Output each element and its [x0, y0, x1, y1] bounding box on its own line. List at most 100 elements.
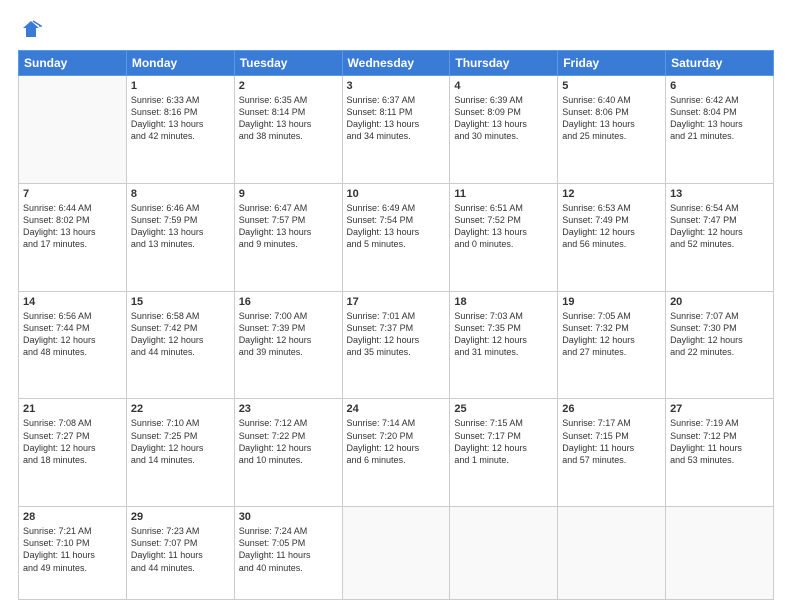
cell-info: Sunrise: 6:58 AM Sunset: 7:42 PM Dayligh… — [131, 310, 230, 359]
day-number: 5 — [562, 80, 661, 92]
day-number: 22 — [131, 403, 230, 415]
calendar-cell: 15Sunrise: 6:58 AM Sunset: 7:42 PM Dayli… — [126, 291, 234, 399]
cell-info: Sunrise: 6:46 AM Sunset: 7:59 PM Dayligh… — [131, 202, 230, 251]
calendar-cell: 10 Sunrise: 6:49 AM Sunset: 7:54 PM Dayli… — [342, 183, 450, 291]
cell-info: Sunrise: 6:47 AM Sunset: 7:57 PM Dayligh… — [239, 202, 338, 251]
calendar-cell: 30Sunrise: 7:24 AM Sunset: 7:05 PM Dayli… — [234, 507, 342, 600]
cell-info: Sunrise: 7:01 AM Sunset: 7:37 PM Dayligh… — [347, 310, 446, 359]
day-number: 7 — [23, 188, 122, 200]
page: SundayMondayTuesdayWednesdayThursdayFrid… — [0, 0, 792, 612]
calendar-week-row: 14 Sunrise: 6:56 AM Sunset: 7:44 PM Dayli… — [19, 291, 774, 399]
calendar-cell: 5 Sunrise: 6:40 AM Sunset: 8:06 PM Daylig… — [558, 76, 666, 184]
day-number: 14 — [23, 296, 122, 308]
day-number: 4 — [454, 80, 553, 92]
day-number: 3 — [347, 80, 446, 92]
day-header-saturday: Saturday — [666, 51, 774, 76]
day-number: 23 — [239, 403, 338, 415]
calendar-cell: 24 Sunrise: 7:14 AM Sunset: 7:20 PM Dayli… — [342, 399, 450, 507]
calendar-cell: 6 Sunrise: 6:42 AM Sunset: 8:04 PM Daylig… — [666, 76, 774, 184]
cell-info: Sunrise: 7:17 AM Sunset: 7:15 PM Dayligh… — [562, 417, 661, 466]
calendar-cell: 29 Sunrise: 7:23 AM Sunset: 7:07 PM Dayli… — [126, 507, 234, 600]
cell-info: Sunrise: 7:23 AM Sunset: 7:07 PM Dayligh… — [131, 525, 230, 574]
day-number: 9 — [239, 188, 338, 200]
cell-info: Sunrise: 7:21 AM Sunset: 7:10 PM Dayligh… — [23, 525, 122, 574]
calendar-cell: 21 Sunrise: 7:08 AM Sunset: 7:27 PM Dayli… — [19, 399, 127, 507]
cell-info: Sunrise: 6:51 AM Sunset: 7:52 PM Dayligh… — [454, 202, 553, 251]
cell-info: Sunrise: 7:08 AM Sunset: 7:27 PM Dayligh… — [23, 417, 122, 466]
calendar-cell: 3 Sunrise: 6:37 AM Sunset: 8:11 PM Daylig… — [342, 76, 450, 184]
day-number: 18 — [454, 296, 553, 308]
calendar-week-row: 21 Sunrise: 7:08 AM Sunset: 7:27 PM Dayli… — [19, 399, 774, 507]
cell-info: Sunrise: 6:49 AM Sunset: 7:54 PM Dayligh… — [347, 202, 446, 251]
calendar-cell — [342, 507, 450, 600]
calendar-cell: 27Sunrise: 7:19 AM Sunset: 7:12 PM Dayli… — [666, 399, 774, 507]
day-number: 24 — [347, 403, 446, 415]
calendar-cell: 26 Sunrise: 7:17 AM Sunset: 7:15 PM Dayli… — [558, 399, 666, 507]
calendar-cell: 23 Sunrise: 7:12 AM Sunset: 7:22 PM Dayli… — [234, 399, 342, 507]
calendar-header-row: SundayMondayTuesdayWednesdayThursdayFrid… — [19, 51, 774, 76]
cell-info: Sunrise: 6:40 AM Sunset: 8:06 PM Dayligh… — [562, 94, 661, 143]
cell-info: Sunrise: 6:35 AM Sunset: 8:14 PM Dayligh… — [239, 94, 338, 143]
day-number: 26 — [562, 403, 661, 415]
cell-info: Sunrise: 6:56 AM Sunset: 7:44 PM Dayligh… — [23, 310, 122, 359]
cell-info: Sunrise: 6:53 AM Sunset: 7:49 PM Dayligh… — [562, 202, 661, 251]
day-number: 25 — [454, 403, 553, 415]
day-header-thursday: Thursday — [450, 51, 558, 76]
calendar-cell: 19 Sunrise: 7:05 AM Sunset: 7:32 PM Dayli… — [558, 291, 666, 399]
logo-icon — [20, 18, 42, 40]
day-header-friday: Friday — [558, 51, 666, 76]
day-number: 10 — [347, 188, 446, 200]
logo — [18, 18, 42, 40]
cell-info: Sunrise: 7:05 AM Sunset: 7:32 PM Dayligh… — [562, 310, 661, 359]
day-header-wednesday: Wednesday — [342, 51, 450, 76]
calendar-cell: 2 Sunrise: 6:35 AM Sunset: 8:14 PM Daylig… — [234, 76, 342, 184]
calendar-cell: 20 Sunrise: 7:07 AM Sunset: 7:30 PM Dayli… — [666, 291, 774, 399]
cell-info: Sunrise: 6:44 AM Sunset: 8:02 PM Dayligh… — [23, 202, 122, 251]
day-number: 17 — [347, 296, 446, 308]
calendar-cell: 4 Sunrise: 6:39 AM Sunset: 8:09 PM Daylig… — [450, 76, 558, 184]
day-number: 27 — [670, 403, 769, 415]
cell-info: Sunrise: 7:12 AM Sunset: 7:22 PM Dayligh… — [239, 417, 338, 466]
day-header-tuesday: Tuesday — [234, 51, 342, 76]
calendar-cell: 17 Sunrise: 7:01 AM Sunset: 7:37 PM Dayli… — [342, 291, 450, 399]
cell-info: Sunrise: 6:54 AM Sunset: 7:47 PM Dayligh… — [670, 202, 769, 251]
day-number: 20 — [670, 296, 769, 308]
calendar-cell — [666, 507, 774, 600]
day-number: 21 — [23, 403, 122, 415]
calendar-cell: 25Sunrise: 7:15 AM Sunset: 7:17 PM Dayli… — [450, 399, 558, 507]
day-number: 19 — [562, 296, 661, 308]
calendar-week-row: 28 Sunrise: 7:21 AM Sunset: 7:10 PM Dayli… — [19, 507, 774, 600]
calendar-week-row: 1 Sunrise: 6:33 AM Sunset: 8:16 PM Daylig… — [19, 76, 774, 184]
cell-info: Sunrise: 7:07 AM Sunset: 7:30 PM Dayligh… — [670, 310, 769, 359]
day-number: 8 — [131, 188, 230, 200]
day-number: 6 — [670, 80, 769, 92]
day-number: 30 — [239, 511, 338, 523]
header — [18, 18, 774, 40]
calendar-cell: 18Sunrise: 7:03 AM Sunset: 7:35 PM Dayli… — [450, 291, 558, 399]
calendar-cell: 8 Sunrise: 6:46 AM Sunset: 7:59 PM Daylig… — [126, 183, 234, 291]
cell-info: Sunrise: 6:37 AM Sunset: 8:11 PM Dayligh… — [347, 94, 446, 143]
cell-info: Sunrise: 7:14 AM Sunset: 7:20 PM Dayligh… — [347, 417, 446, 466]
calendar-cell: 16Sunrise: 7:00 AM Sunset: 7:39 PM Dayli… — [234, 291, 342, 399]
day-number: 1 — [131, 80, 230, 92]
calendar-cell: 1 Sunrise: 6:33 AM Sunset: 8:16 PM Daylig… — [126, 76, 234, 184]
cell-info: Sunrise: 6:42 AM Sunset: 8:04 PM Dayligh… — [670, 94, 769, 143]
day-number: 2 — [239, 80, 338, 92]
calendar-cell — [558, 507, 666, 600]
calendar-cell: 9 Sunrise: 6:47 AM Sunset: 7:57 PM Daylig… — [234, 183, 342, 291]
calendar-cell — [450, 507, 558, 600]
day-header-monday: Monday — [126, 51, 234, 76]
calendar-cell: 28 Sunrise: 7:21 AM Sunset: 7:10 PM Dayli… — [19, 507, 127, 600]
day-number: 28 — [23, 511, 122, 523]
cell-info: Sunrise: 7:10 AM Sunset: 7:25 PM Dayligh… — [131, 417, 230, 466]
calendar-cell — [19, 76, 127, 184]
calendar-cell: 14 Sunrise: 6:56 AM Sunset: 7:44 PM Dayli… — [19, 291, 127, 399]
cell-info: Sunrise: 6:39 AM Sunset: 8:09 PM Dayligh… — [454, 94, 553, 143]
calendar-cell: 7 Sunrise: 6:44 AM Sunset: 8:02 PM Daylig… — [19, 183, 127, 291]
cell-info: Sunrise: 6:33 AM Sunset: 8:16 PM Dayligh… — [131, 94, 230, 143]
calendar-table: SundayMondayTuesdayWednesdayThursdayFrid… — [18, 50, 774, 600]
calendar-cell: 12Sunrise: 6:53 AM Sunset: 7:49 PM Dayli… — [558, 183, 666, 291]
day-number: 11 — [454, 188, 553, 200]
day-number: 29 — [131, 511, 230, 523]
calendar-cell: 13Sunrise: 6:54 AM Sunset: 7:47 PM Dayli… — [666, 183, 774, 291]
